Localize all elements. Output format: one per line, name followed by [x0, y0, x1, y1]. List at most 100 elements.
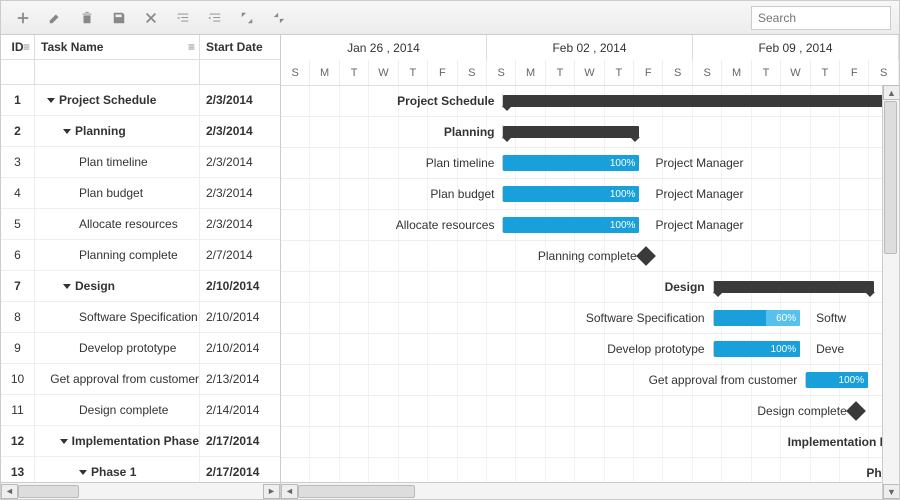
- row-task: Get approval from customer: [35, 364, 200, 394]
- task-bar[interactable]: 100%: [503, 155, 639, 171]
- table-row[interactable]: 5Allocate resources2/3/2014: [1, 209, 280, 240]
- v-scrollbar[interactable]: ▲ ▼: [882, 85, 899, 499]
- caret-down-icon[interactable]: [60, 439, 68, 444]
- outdent-button[interactable]: [169, 4, 197, 32]
- table-row[interactable]: 2Planning2/3/2014: [1, 116, 280, 147]
- bar-label: Design complete: [576, 404, 856, 418]
- table-row[interactable]: 4Plan budget2/3/2014: [1, 178, 280, 209]
- day-header: T: [340, 60, 369, 85]
- bar-label: Develop prototype: [434, 342, 714, 356]
- row-task: Planning complete: [35, 240, 200, 270]
- task-bar[interactable]: 60%: [714, 310, 801, 326]
- table-row[interactable]: 1Project Schedule2/3/2014: [1, 85, 280, 116]
- progress-label: 100%: [610, 158, 636, 169]
- day-header: T: [752, 60, 781, 85]
- task-bar[interactable]: 100%: [503, 217, 639, 233]
- toolbar: [1, 1, 899, 35]
- day-header: W: [781, 60, 810, 85]
- bar-label: Project Schedule: [281, 94, 503, 108]
- table-row[interactable]: 11Design complete2/14/2014: [1, 395, 280, 426]
- collapse-button[interactable]: [265, 4, 293, 32]
- bar-label: Allocate resources: [281, 218, 503, 232]
- gantt-row: Plan timeline100%Project Manager: [281, 148, 899, 179]
- row-date: 2/10/2014: [200, 333, 280, 363]
- day-header: M: [310, 60, 339, 85]
- menu-icon[interactable]: ≡: [188, 40, 195, 54]
- summary-bar[interactable]: [714, 281, 875, 293]
- right-h-scrollbar[interactable]: ◄ ►: [281, 482, 899, 499]
- day-header: S: [663, 60, 692, 85]
- row-task: Allocate resources: [35, 209, 200, 239]
- bar-label: Plan timeline: [281, 156, 503, 170]
- caret-down-icon[interactable]: [63, 129, 71, 134]
- day-header: T: [811, 60, 840, 85]
- week-header: Feb 09 , 2014: [693, 35, 899, 60]
- left-h-scrollbar[interactable]: ◄ ►: [1, 482, 280, 499]
- row-date: 2/13/2014: [200, 364, 280, 394]
- row-date: 2/3/2014: [200, 147, 280, 177]
- caret-down-icon[interactable]: [47, 98, 55, 103]
- day-header: F: [840, 60, 869, 85]
- gantt-chart: Jan 26 , 2014Feb 02 , 2014Feb 09 , 2014 …: [281, 35, 899, 499]
- scroll-up-icon[interactable]: ▲: [883, 85, 899, 100]
- col-header-task[interactable]: Task Name≡: [35, 35, 200, 59]
- task-bar[interactable]: 100%: [503, 186, 639, 202]
- table-row[interactable]: 9Develop prototype2/10/2014: [1, 333, 280, 364]
- scroll-left-icon[interactable]: ◄: [1, 484, 18, 499]
- row-task: Project Schedule: [35, 85, 200, 115]
- gantt-row: Design complete: [281, 396, 899, 427]
- table-row[interactable]: 7Design2/10/2014: [1, 271, 280, 302]
- gantt-row: Get approval from customer100%: [281, 365, 899, 396]
- row-id: 2: [1, 116, 35, 146]
- summary-bar[interactable]: [503, 126, 639, 138]
- scroll-down-icon[interactable]: ▼: [883, 484, 899, 499]
- menu-icon[interactable]: ≡: [23, 40, 30, 54]
- bar-label: Software Specification: [434, 311, 714, 325]
- row-date: 2/17/2014: [200, 426, 280, 456]
- scroll-right-icon[interactable]: ►: [263, 484, 280, 499]
- bar-label: Implementation Ph: [788, 435, 895, 449]
- day-header: W: [369, 60, 398, 85]
- table-row[interactable]: 10Get approval from customer2/13/2014: [1, 364, 280, 395]
- gantt-app: ID≡ Task Name≡ Start Date 1Project Sched…: [0, 0, 900, 500]
- expand-button[interactable]: [233, 4, 261, 32]
- gantt-row: Plan budget100%Project Manager: [281, 179, 899, 210]
- row-date: 2/3/2014: [200, 116, 280, 146]
- day-header: S: [693, 60, 722, 85]
- bar-label: Get approval from customer: [526, 373, 806, 387]
- table-row[interactable]: 3Plan timeline2/3/2014: [1, 147, 280, 178]
- caret-down-icon[interactable]: [79, 470, 87, 475]
- summary-bar[interactable]: [503, 95, 899, 107]
- table-row[interactable]: 12Implementation Phase2/17/2014: [1, 426, 280, 457]
- row-date: 2/10/2014: [200, 302, 280, 332]
- delete-button[interactable]: [73, 4, 101, 32]
- cancel-button[interactable]: [137, 4, 165, 32]
- table-row[interactable]: 6Planning complete2/7/2014: [1, 240, 280, 271]
- row-task: Phase 1: [35, 457, 200, 482]
- add-button[interactable]: [9, 4, 37, 32]
- task-bar[interactable]: 100%: [714, 341, 801, 357]
- col-header-id[interactable]: ID≡: [1, 35, 35, 59]
- row-date: 2/17/2014: [200, 457, 280, 482]
- edit-button[interactable]: [41, 4, 69, 32]
- search-input[interactable]: [751, 6, 891, 30]
- row-id: 9: [1, 333, 35, 363]
- row-task: Plan budget: [35, 178, 200, 208]
- day-header: S: [869, 60, 898, 85]
- row-id: 5: [1, 209, 35, 239]
- task-bar[interactable]: 100%: [806, 372, 868, 388]
- caret-down-icon[interactable]: [63, 284, 71, 289]
- indent-button[interactable]: [201, 4, 229, 32]
- table-row[interactable]: 8Software Specification2/10/2014: [1, 302, 280, 333]
- assignee-label: Project Manager: [639, 218, 743, 232]
- row-task: Design: [35, 271, 200, 301]
- week-header: Jan 26 , 2014: [281, 35, 487, 60]
- save-button[interactable]: [105, 4, 133, 32]
- row-id: 7: [1, 271, 35, 301]
- col-header-start[interactable]: Start Date: [200, 35, 280, 59]
- assignee-label: Deve: [800, 342, 844, 356]
- scroll-left-icon[interactable]: ◄: [281, 484, 298, 499]
- week-header: Feb 02 , 2014: [487, 35, 693, 60]
- day-header: S: [458, 60, 487, 85]
- table-row[interactable]: 13Phase 12/17/2014: [1, 457, 280, 482]
